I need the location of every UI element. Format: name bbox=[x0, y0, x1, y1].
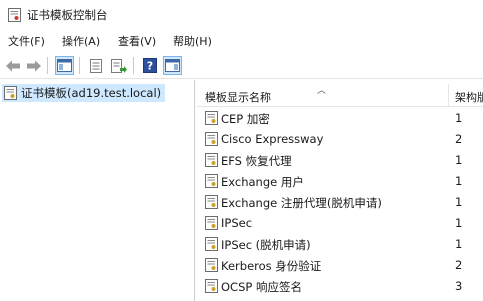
table-row[interactable]: Kerberos 身份验证 2 bbox=[197, 254, 483, 275]
console-tree-pane: 证书模板(ad19.test.local) bbox=[0, 80, 195, 301]
title-bar: 证书模板控制台 bbox=[0, 0, 483, 30]
toolbar-separator bbox=[133, 57, 134, 74]
template-display-name: Cisco Expressway bbox=[221, 132, 324, 146]
certificate-template-icon bbox=[205, 195, 218, 209]
schema-version: 3 bbox=[455, 279, 463, 293]
forward-arrow-icon[interactable] bbox=[24, 56, 43, 75]
table-row[interactable]: Cisco Expressway 2 bbox=[197, 128, 483, 149]
toolbar: ? bbox=[0, 53, 483, 79]
schema-version: 1 bbox=[455, 216, 463, 230]
certificate-template-icon bbox=[205, 237, 218, 251]
table-row[interactable]: OCSP 响应签名 3 bbox=[197, 275, 483, 296]
table-row[interactable]: IPSec (脱机申请) 1 bbox=[197, 233, 483, 254]
properties-icon[interactable] bbox=[86, 56, 105, 75]
menu-help[interactable]: 帮助(H) bbox=[173, 33, 212, 49]
certificate-template-icon bbox=[205, 216, 218, 230]
menu-view[interactable]: 查看(V) bbox=[118, 33, 156, 49]
certificate-templates-app-icon bbox=[8, 8, 21, 22]
window-title: 证书模板控制台 bbox=[27, 8, 108, 22]
column-header-display-name[interactable]: 模板显示名称 bbox=[205, 89, 271, 105]
tree-item-label: 证书模板(ad19.test.local) bbox=[21, 86, 162, 100]
schema-version: 2 bbox=[455, 132, 463, 146]
menu-file[interactable]: 文件(F) bbox=[8, 33, 45, 49]
table-row[interactable]: Exchange 用户 1 bbox=[197, 170, 483, 191]
template-display-name: OCSP 响应签名 bbox=[221, 280, 302, 294]
certificate-template-icon bbox=[205, 174, 218, 188]
action-pane-icon[interactable] bbox=[163, 56, 182, 75]
template-display-name: Kerberos 身份验证 bbox=[221, 259, 322, 273]
toolbar-separator bbox=[79, 57, 80, 74]
menu-action[interactable]: 操作(A) bbox=[62, 33, 100, 49]
help-icon[interactable]: ? bbox=[140, 56, 159, 75]
table-row[interactable]: IPSec 1 bbox=[197, 212, 483, 233]
export-list-icon[interactable] bbox=[109, 56, 128, 75]
sort-ascending-icon: ︿ bbox=[317, 86, 327, 96]
table-row[interactable]: CEP 加密 1 bbox=[197, 107, 483, 128]
schema-version: 2 bbox=[455, 258, 463, 272]
toolbar-separator bbox=[47, 57, 48, 74]
console-tree-icon[interactable] bbox=[55, 56, 74, 75]
column-header-schema-version[interactable]: 架构版 bbox=[455, 89, 483, 105]
menu-bar: 文件(F) 操作(A) 查看(V) 帮助(H) bbox=[0, 30, 483, 50]
template-display-name: CEP 加密 bbox=[221, 112, 270, 126]
certificate-template-icon bbox=[205, 279, 218, 293]
schema-version: 1 bbox=[455, 111, 463, 125]
back-arrow-icon[interactable] bbox=[3, 56, 22, 75]
certificate-template-icon bbox=[4, 86, 17, 100]
certificate-template-icon bbox=[205, 111, 218, 125]
svg-text:?: ? bbox=[146, 60, 152, 73]
tree-item-certificate-templates[interactable]: 证书模板(ad19.test.local) bbox=[2, 84, 166, 102]
schema-version: 1 bbox=[455, 195, 463, 209]
schema-version: 1 bbox=[455, 237, 463, 251]
certificate-template-icon bbox=[205, 132, 218, 146]
template-display-name: IPSec bbox=[221, 216, 253, 230]
table-row[interactable]: EFS 恢复代理 1 bbox=[197, 149, 483, 170]
template-display-name: IPSec (脱机申请) bbox=[221, 238, 311, 252]
certificate-template-icon bbox=[205, 153, 218, 167]
template-display-name: Exchange 用户 bbox=[221, 175, 304, 189]
template-list-pane: ︿ 模板显示名称 架构版 CEP 加密 1 Cisco Expressway 2 EFS… bbox=[197, 80, 483, 301]
list-header: ︿ 模板显示名称 架构版 bbox=[197, 84, 483, 107]
schema-version: 1 bbox=[455, 174, 463, 188]
column-divider[interactable] bbox=[448, 84, 449, 106]
schema-version: 1 bbox=[455, 153, 463, 167]
certificate-template-icon bbox=[205, 258, 218, 272]
template-display-name: Exchange 注册代理(脱机申请) bbox=[221, 196, 382, 210]
template-display-name: EFS 恢复代理 bbox=[221, 154, 292, 168]
table-row[interactable]: Exchange 注册代理(脱机申请) 1 bbox=[197, 191, 483, 212]
